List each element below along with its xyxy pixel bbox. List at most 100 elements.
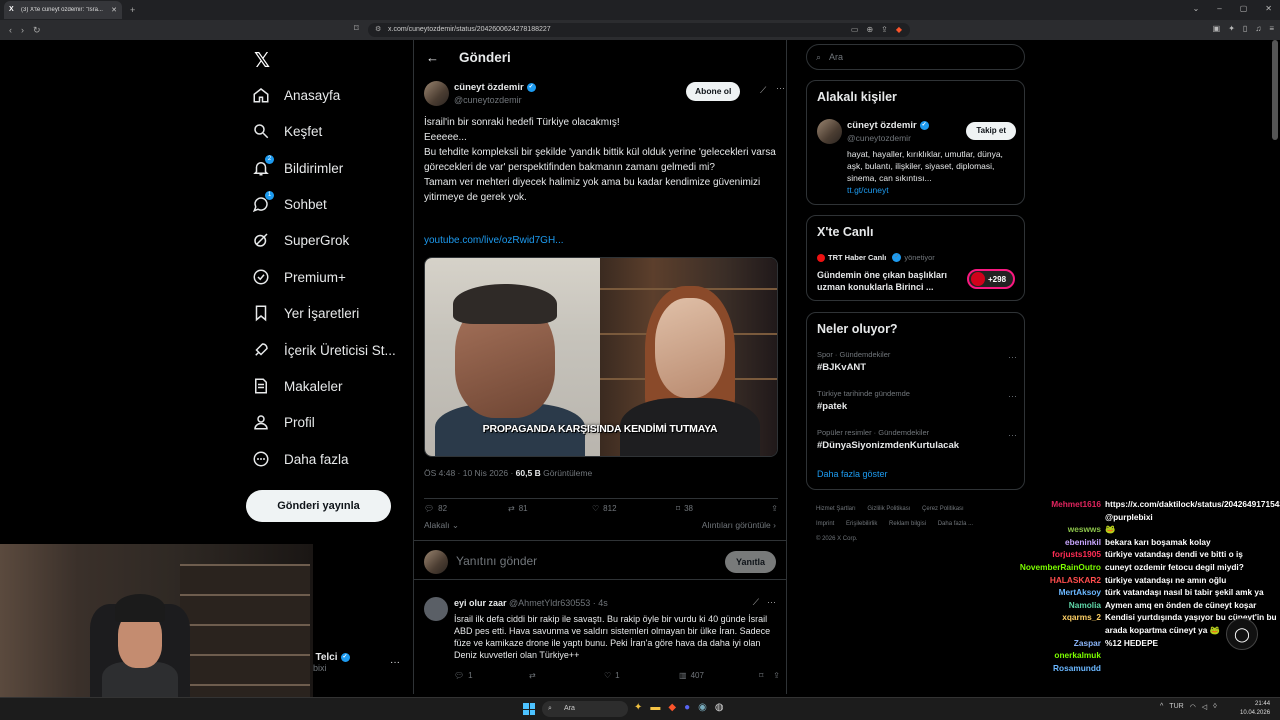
grok-explain-icon[interactable]: ⟋	[760, 85, 766, 96]
tweet-timestamp[interactable]: ÖS 4:48 · 10 Nis 2026 ·	[424, 468, 516, 478]
volume-icon[interactable]: ◁	[1202, 703, 1207, 711]
nav-bookmarks[interactable]: Yer İşaretleri	[252, 298, 359, 328]
nav-notifications[interactable]: 2 Bildirimler	[252, 153, 343, 183]
nav-home[interactable]: Anasayfa	[252, 80, 340, 110]
share-action[interactable]: ⇪	[771, 503, 778, 514]
back-arrow-icon[interactable]: ←	[426, 50, 439, 65]
brave-shield-icon[interactable]: ◆	[896, 23, 902, 37]
footer-link[interactable]: Gizlilik Politikası	[867, 506, 910, 512]
app-icon[interactable]: ◍	[715, 702, 724, 713]
sidebar-icon[interactable]: ▯	[1243, 24, 1247, 33]
repost-action[interactable]: ⇄ 81	[508, 503, 592, 514]
related-name[interactable]: cüneyt özdemir ✓	[847, 120, 929, 131]
reply-tweet[interactable]: eyi olur zaar @AhmetYldr630553 · 4s ⟋ ··…	[414, 589, 786, 689]
reply-button[interactable]: Yanıtla	[724, 551, 776, 573]
clock[interactable]: 21:44 10.04.2026	[1240, 700, 1270, 718]
trend-item[interactable]: Türkiye tarihinde gündemde #patek ···	[817, 389, 1017, 412]
back-nav-icon[interactable]: ‹	[9, 25, 12, 35]
live-listeners-pill[interactable]: +298	[967, 269, 1015, 289]
nav-explore[interactable]: Keşfet	[252, 116, 322, 146]
more-options-icon[interactable]: ···	[1008, 391, 1017, 401]
puzzle-icon[interactable]: ✦	[1228, 24, 1235, 33]
related-handle[interactable]: @cuneytozdemir	[847, 133, 911, 143]
menu-icon[interactable]: ≡	[1269, 24, 1274, 33]
like-action[interactable]: ♡ 1	[604, 671, 679, 680]
tray-chevron-icon[interactable]: ^	[1160, 703, 1163, 711]
forward-nav-icon[interactable]: ›	[21, 25, 24, 35]
live-card[interactable]: X'te Canlı TRT Haber Canlı ✓ yönetiyor Gün…	[806, 215, 1025, 301]
bookmark-page-icon[interactable]: ⌑	[354, 23, 359, 34]
reply-input[interactable]: Yanıtını gönder	[456, 554, 537, 568]
reload-icon[interactable]: ↻	[33, 25, 41, 36]
wifi-icon[interactable]: ◠	[1190, 703, 1196, 711]
more-options-icon[interactable]: ···	[1008, 352, 1017, 362]
nav-creator-studio[interactable]: İçerik Üreticisi St...	[252, 335, 396, 365]
nav-more[interactable]: Daha fazla	[252, 444, 349, 474]
cast-icon[interactable]: ▭	[851, 23, 859, 37]
chat-username[interactable]: xqarms_2	[1010, 611, 1105, 636]
subscribe-button[interactable]: Abone ol	[686, 82, 741, 101]
chat-username[interactable]: onerkalmuk	[1010, 649, 1105, 662]
browser-tab[interactable]: X (3) X'te cüneyt özdemir: "İsra... ✕	[4, 1, 122, 19]
zoom-icon[interactable]: ⊕	[866, 23, 873, 37]
folder-icon[interactable]: ▬	[650, 702, 660, 713]
show-more-link[interactable]: Daha fazla göster	[817, 469, 888, 479]
chat-username[interactable]: forjusts1905	[1010, 548, 1105, 561]
footer-link[interactable]: Daha fazla ...	[938, 521, 973, 527]
view-quotes-link[interactable]: Alıntıları görüntüle ›	[702, 520, 776, 530]
bookmark-action[interactable]: ⌑ ⇪	[759, 671, 780, 680]
maximize-icon[interactable]: ▢	[1240, 4, 1248, 13]
reply-author[interactable]: eyi olur zaar @AhmetYldr630553 · 4s	[454, 598, 608, 608]
close-window-icon[interactable]: ✕	[1265, 4, 1272, 13]
chat-username[interactable]: MertAksoy	[1010, 586, 1105, 599]
chat-username[interactable]: weswws	[1010, 523, 1105, 536]
follow-button[interactable]: Takip et	[966, 122, 1016, 140]
related-bio-link[interactable]: tt.gt/cuneyt	[847, 185, 889, 195]
grok-explain-icon[interactable]: ⟋	[753, 597, 759, 608]
nav-premium[interactable]: Premium+	[252, 262, 346, 292]
account-more-icon[interactable]: ···	[390, 657, 400, 668]
footer-link[interactable]: Imprint	[816, 521, 834, 527]
new-tab-icon[interactable]: +	[130, 5, 135, 15]
windows-start-icon[interactable]	[523, 703, 535, 715]
chat-username[interactable]: Zaspar	[1010, 637, 1105, 650]
chevron-down-icon[interactable]: ⌄	[1193, 4, 1200, 13]
media-icon[interactable]: ♫	[1255, 24, 1261, 33]
search-input[interactable]: ⌕ Ara	[806, 44, 1025, 70]
author-handle[interactable]: @cuneytozdemir	[454, 95, 522, 105]
sort-replies-dropdown[interactable]: Alakalı ⌄	[424, 520, 459, 531]
chat-username[interactable]: Mehmet1616	[1010, 498, 1105, 523]
footer-link[interactable]: Çerez Politikası	[922, 506, 964, 512]
author-name[interactable]: cüneyt özdemir ✓	[454, 82, 536, 93]
site-info-icon[interactable]: ⚙	[375, 23, 381, 37]
post-button[interactable]: Gönderi yayınla	[246, 490, 391, 522]
tweet-link[interactable]: youtube.com/live/ozRwid7GH...	[424, 235, 564, 246]
repost-action[interactable]: ⇄	[529, 671, 604, 680]
like-action[interactable]: ♡ 812	[592, 503, 676, 514]
nav-chat[interactable]: 1 Sohbet	[252, 189, 327, 219]
more-options-icon[interactable]: ···	[1008, 430, 1017, 440]
bell-icon[interactable]: ◊	[1213, 703, 1216, 711]
related-avatar[interactable]	[817, 119, 842, 144]
chat-username[interactable]: Namolia	[1010, 599, 1105, 612]
tweet-video[interactable]: PROPAGANDA KARŞISINDA KENDİMİ TUTMAYA	[424, 257, 778, 457]
footer-link[interactable]: Reklam bilgisi	[889, 521, 926, 527]
extension-icon[interactable]: ▣	[1213, 24, 1221, 33]
x-logo-icon[interactable]: 𝕏	[254, 48, 270, 72]
nav-profile[interactable]: Profil	[252, 407, 315, 437]
chat-username[interactable]: NovemberRainOutro	[1010, 561, 1105, 574]
chat-username[interactable]: ebeninkil	[1010, 536, 1105, 549]
share-icon[interactable]: ⇪	[881, 23, 888, 37]
chat-username[interactable]: Rosamundd	[1010, 662, 1105, 675]
footer-link[interactable]: Erişilebilirlik	[846, 521, 877, 527]
reply-action[interactable]: 💬︎ 1	[454, 671, 529, 680]
trend-item[interactable]: Popüler resimler · Gündemdekiler #DünyaS…	[817, 428, 1017, 451]
more-options-icon[interactable]: ···	[776, 83, 785, 93]
chat-bubble-icon[interactable]: ◯	[1226, 618, 1258, 650]
language-indicator[interactable]: TUR	[1169, 703, 1183, 711]
trend-item[interactable]: Spor · Gündemdekiler #BJKvANT ···	[817, 350, 1017, 373]
nav-articles[interactable]: Makaleler	[252, 371, 343, 401]
nav-supergrok[interactable]: SuperGrok	[252, 225, 349, 255]
more-options-icon[interactable]: ···	[767, 597, 776, 608]
brave-icon[interactable]: ◆	[668, 702, 676, 713]
